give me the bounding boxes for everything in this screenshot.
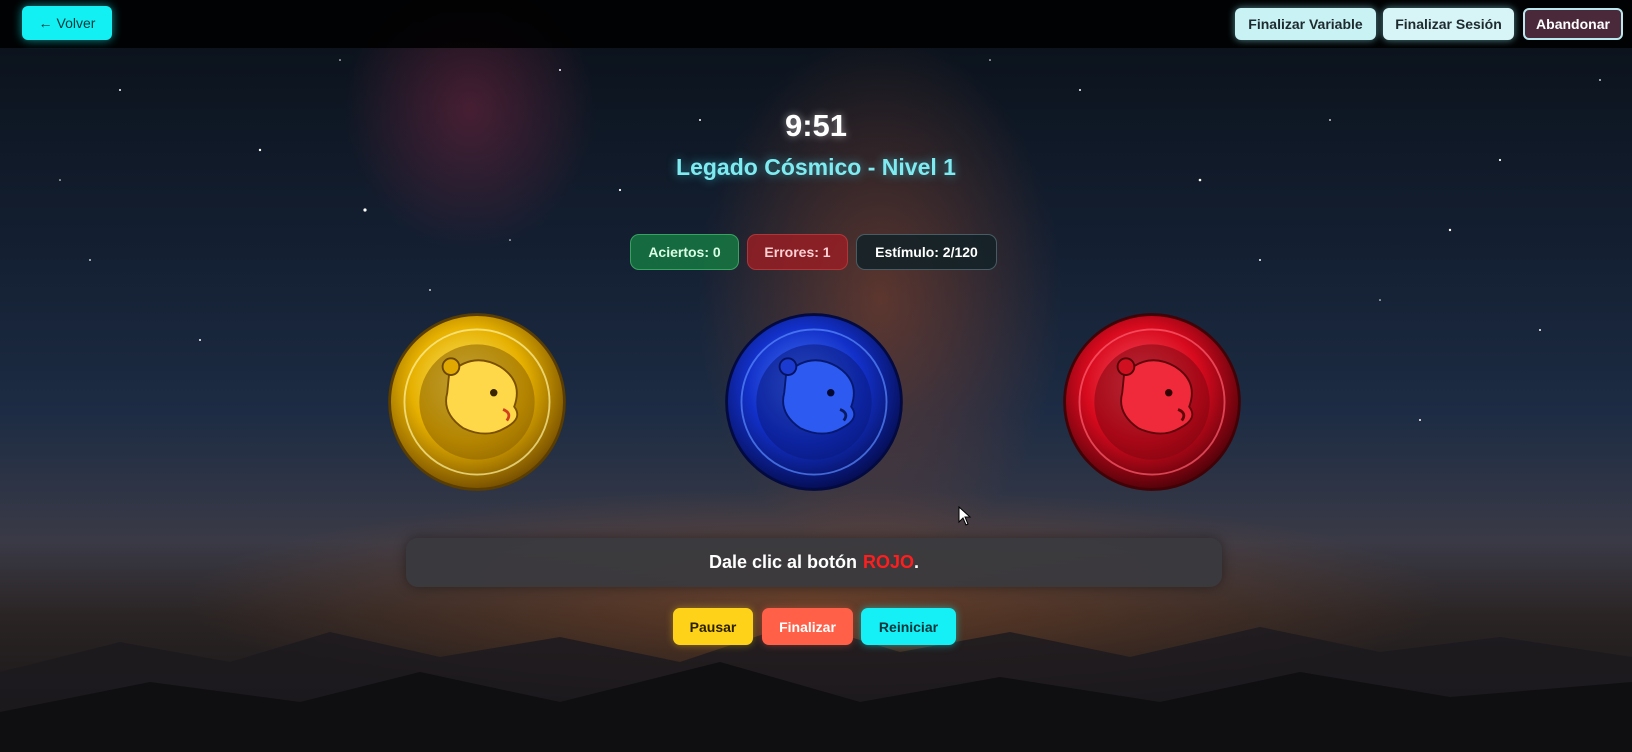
pause-button[interactable]: Pausar [673,608,753,645]
abandon-button[interactable]: Abandonar [1523,8,1623,40]
game-timer: 9:51 [784,108,848,143]
instruction-text: Dale clic al botón [708,552,857,572]
left-arrow-icon: ← [38,15,53,31]
hits-badge: Aciertos: 0 [630,234,739,270]
lion-coin-icon [725,313,903,491]
finish-session-button[interactable]: Finalizar Sesión [1383,8,1514,40]
finish-variable-button[interactable]: Finalizar Variable [1235,8,1376,40]
lion-coin-icon [1063,313,1241,491]
red-coin-button[interactable] [1055,309,1249,495]
yellow-coin-button[interactable] [380,309,574,495]
instruction-suffix: . [914,552,920,572]
restart-button[interactable]: Reiniciar [861,608,956,645]
instruction-box: Dale clic al botón ROJO . [406,538,1222,587]
finish-button[interactable]: Finalizar [762,608,853,645]
back-button[interactable]: ← Volver [22,6,112,40]
blue-coin-button[interactable] [717,309,911,495]
errors-badge: Errores: 1 [747,234,848,270]
mouse-cursor-icon [958,506,972,526]
instruction-color-word: ROJO [863,552,915,572]
back-button-label: Volver [56,15,96,31]
lion-coin-icon [388,313,566,491]
game-title: Legado Cósmico - Nivel 1 [676,154,956,180]
stimulus-badge: Estímulo: 2/120 [856,234,997,270]
